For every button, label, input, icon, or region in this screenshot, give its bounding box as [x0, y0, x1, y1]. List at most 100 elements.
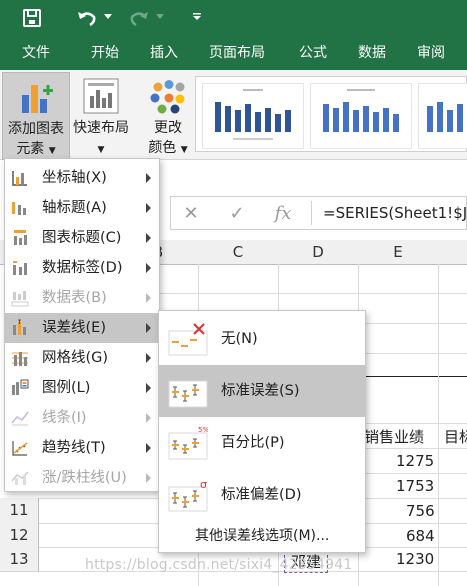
- standard-deviation-icon: σ: [168, 478, 208, 512]
- row-header[interactable]: 12: [0, 523, 39, 548]
- trendline-icon: [12, 441, 28, 456]
- gridlines-icon: [12, 352, 28, 366]
- formula-bar: ✕ ✓ fx =SERIES(Sheet1!$J$: [170, 196, 467, 230]
- menu-item-chart-title[interactable]: 图表标题(C): [5, 223, 159, 253]
- table-cell[interactable]: 1753: [396, 477, 434, 495]
- cancel-icon[interactable]: ✕: [177, 203, 205, 225]
- undo-dropdown-icon[interactable]: [104, 14, 112, 20]
- add-chart-element-label: 添加图表: [8, 121, 64, 137]
- standard-error-icon: [168, 380, 208, 408]
- row-header[interactable]: 11: [0, 498, 39, 524]
- chart-styles-gallery[interactable]: [195, 76, 467, 152]
- quick-layout-button[interactable]: 快速布局 ▼: [69, 72, 133, 158]
- no-error-bars-icon: [168, 323, 208, 356]
- menu-item-legend[interactable]: 图例(L): [5, 373, 159, 403]
- change-colors-label-2: 颜色 ▼: [148, 140, 188, 156]
- add-chart-element-menu: 坐标轴(X) 轴标题(A) 图表标题(C) 数据标签(D) 数据表(B) 误差线…: [4, 158, 160, 492]
- tab-insert[interactable]: 插入: [136, 37, 192, 70]
- column-header[interactable]: [438, 240, 467, 265]
- dropdown-arrow-icon: ▼: [180, 145, 188, 155]
- change-colors-label: 更改: [154, 120, 182, 136]
- redo-icon[interactable]: [128, 8, 150, 28]
- data-table-icon: [11, 291, 29, 307]
- table-cell[interactable]: 目标: [444, 426, 467, 447]
- save-icon[interactable]: [22, 8, 42, 28]
- insert-function-icon[interactable]: fx: [269, 203, 297, 225]
- redo-dropdown-icon[interactable]: [156, 14, 164, 20]
- undo-icon[interactable]: [76, 8, 98, 28]
- formula-divider: [311, 201, 312, 225]
- table-cell[interactable]: 销售业绩: [364, 426, 424, 447]
- color-palette-icon: [149, 80, 187, 114]
- dropdown-arrow-icon: ▼: [97, 145, 105, 155]
- enter-icon[interactable]: ✓: [223, 203, 251, 225]
- quick-layout-icon: [83, 78, 119, 114]
- tab-file[interactable]: 文件: [6, 37, 66, 70]
- menu-item-up-down-bars[interactable]: 涨/跌柱线(U): [5, 463, 159, 493]
- svg-text:5%: 5%: [198, 426, 208, 434]
- menu-item-axis-titles[interactable]: 轴标题(A): [5, 193, 159, 223]
- menu-item-axes[interactable]: 坐标轴(X): [5, 163, 159, 193]
- tab-home[interactable]: 开始: [76, 37, 134, 70]
- submenu-arrow-icon: [146, 323, 151, 333]
- chart-style-thumbnail[interactable]: [202, 83, 304, 149]
- error-bars-standard-error-item[interactable]: 标准误差(S): [159, 365, 365, 417]
- add-chart-element-icon: [19, 81, 53, 115]
- formula-input[interactable]: =SERIES(Sheet1!$J$: [323, 197, 467, 229]
- dropdown-arrow-icon: ▼: [48, 146, 56, 156]
- chart-title-icon: [14, 230, 27, 245]
- gridline: [438, 264, 439, 586]
- submenu-arrow-icon: [146, 383, 151, 393]
- row-header[interactable]: 13: [0, 547, 39, 572]
- submenu-arrow-icon: [146, 293, 151, 303]
- customize-toolbar-icon[interactable]: [192, 13, 202, 21]
- table-cell[interactable]: 1230: [396, 550, 434, 568]
- column-header[interactable]: C: [198, 240, 279, 265]
- chart-style-thumbnail[interactable]: [418, 83, 467, 149]
- svg-text:σ: σ: [200, 478, 207, 491]
- submenu-arrow-icon: [146, 233, 151, 243]
- up-down-bars-icon: [11, 471, 29, 485]
- table-cell[interactable]: 756: [406, 502, 435, 520]
- menu-item-gridlines[interactable]: 网格线(G): [5, 343, 159, 373]
- column-header[interactable]: E: [358, 240, 439, 265]
- submenu-arrow-icon: [146, 473, 151, 483]
- error-bars-submenu: 无(N) 标准误差(S) 5% 百分比(P) σ 标准偏差(D) 其他误差线选项…: [158, 310, 366, 553]
- title-bar: [0, 0, 467, 37]
- submenu-arrow-icon: [146, 353, 151, 363]
- menu-item-trendline[interactable]: 趋势线(T): [5, 433, 159, 463]
- data-labels-icon: [13, 261, 27, 275]
- menu-item-data-labels[interactable]: 数据标签(D): [5, 253, 159, 283]
- ribbon: 添加图表 元素 ▼ 快速布局 ▼ 更改 颜色 ▼: [0, 70, 467, 160]
- tab-page-layout[interactable]: 页面布局: [196, 37, 278, 70]
- error-bars-percentage-item[interactable]: 5% 百分比(P): [159, 417, 365, 469]
- menu-item-lines[interactable]: 线条(I): [5, 403, 159, 433]
- axes-icon: [12, 171, 27, 186]
- submenu-arrow-icon: [146, 173, 151, 183]
- menu-item-data-table[interactable]: 数据表(B): [5, 283, 159, 313]
- ribbon-tabs: 文件 开始 插入 页面布局 公式 数据 审阅: [0, 37, 467, 70]
- more-error-bar-options[interactable]: 其他误差线选项(M)...: [195, 525, 329, 545]
- error-bars-standard-deviation-item[interactable]: σ 标准偏差(D): [159, 469, 365, 521]
- column-header[interactable]: D: [278, 240, 359, 265]
- error-bars-icon: [13, 319, 26, 335]
- submenu-arrow-icon: [146, 413, 151, 423]
- lines-icon: [11, 411, 29, 426]
- watermark: https://blog.csdn.net/sixi4_42354941: [85, 557, 353, 573]
- quick-layout-label: 快速布局: [73, 120, 129, 136]
- legend-icon: [12, 379, 29, 395]
- table-cell[interactable]: 1275: [396, 452, 434, 470]
- table-cell[interactable]: 684: [406, 527, 435, 545]
- error-bars-none-item[interactable]: 无(N): [159, 313, 365, 365]
- change-colors-button[interactable]: 更改 颜色 ▼: [143, 72, 193, 158]
- tab-data[interactable]: 数据: [344, 37, 400, 70]
- chart-style-thumbnail[interactable]: [310, 83, 412, 149]
- tab-review[interactable]: 审阅: [404, 37, 458, 70]
- submenu-arrow-icon: [146, 203, 151, 213]
- submenu-arrow-icon: [146, 443, 151, 453]
- menu-item-error-bars[interactable]: 误差线(E): [5, 313, 159, 343]
- tab-formulas[interactable]: 公式: [286, 37, 340, 70]
- add-chart-element-button[interactable]: 添加图表 元素 ▼: [2, 72, 70, 160]
- axis-title-icon: [12, 202, 26, 215]
- submenu-arrow-icon: [146, 263, 151, 273]
